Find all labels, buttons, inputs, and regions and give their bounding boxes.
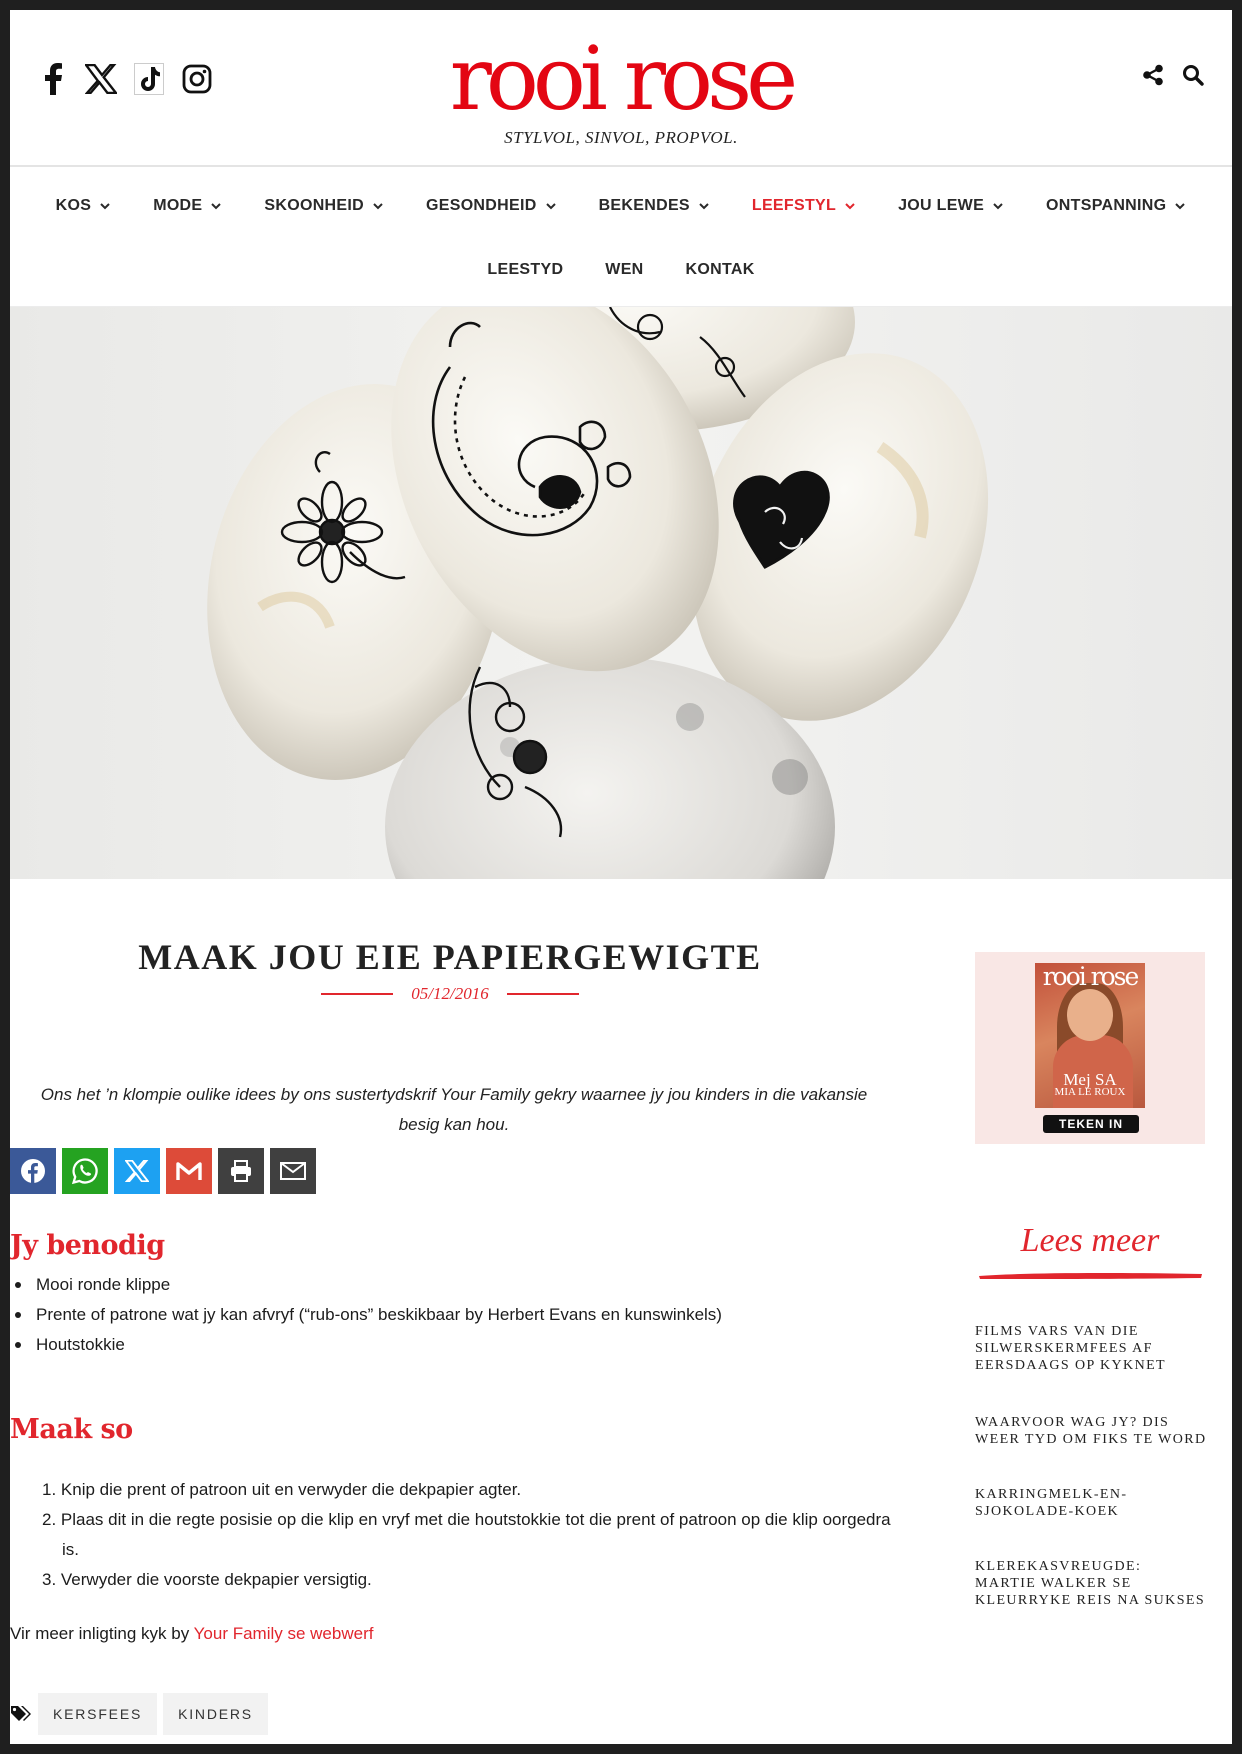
divider-right [506,993,579,995]
magazine-cover: rooi rose Mej SA MIA LE ROUX [1035,963,1145,1108]
related-link[interactable]: KARRINGMELK-EN-SJOKOLADE-KOEK [975,1486,1207,1520]
brush-underline [979,1272,1202,1279]
share-print-button[interactable] [218,1148,264,1194]
list-item: Prente of patrone wat jy kan afvryf (“ru… [15,1300,722,1330]
share-gmail-button[interactable] [166,1148,212,1194]
share-email-button[interactable] [270,1148,316,1194]
nav-row-2: LEESTYD WEN KONTAK [10,261,1232,279]
share-x-button[interactable] [114,1148,160,1194]
lees-meer-heading: Lees meer [1020,1222,1160,1259]
nav-item-bekendes[interactable]: BEKENDES [578,197,731,215]
logo-tagline: STYLVOL, SINVOL, PROPVOL. [504,128,738,147]
tag-kersfees[interactable]: KERSFEES [38,1693,158,1735]
x-icon [125,1160,149,1182]
article-meta: 05/12/2016 [10,984,890,1004]
hero-image [10,307,1232,879]
steps-list: 1. Knip die prent of patroon uit en verw… [10,1475,910,1595]
cover-headline: Mej SA MIA LE ROUX [1054,1070,1126,1098]
page: rooi rose STYLVOL, SINVOL, PROPVOL. KOS … [10,10,1232,1744]
logo-wordmark: rooi rose [449,27,798,130]
tag-kinders[interactable]: KINDERS [163,1693,268,1735]
chevron-down-icon [211,203,222,210]
chevron-down-icon [373,203,383,210]
nav-item-ontspanning[interactable]: ONTSPANNING [1025,197,1207,215]
share-bar [10,1148,316,1194]
nav-item-leefstyl[interactable]: LEEFSTYL [731,197,877,215]
nav-item-jou-lewe[interactable]: JOU LEWE [877,197,1025,215]
nav-item-leestyd[interactable]: LEESTYD [466,261,584,279]
site-header: rooi rose STYLVOL, SINVOL, PROPVOL. [10,10,1232,167]
your-family-link[interactable]: Your Family se webwerf [194,1624,374,1643]
gmail-icon [176,1162,202,1180]
chevron-down-icon [993,203,1003,210]
nav-item-skoonheid[interactable]: SKOONHEID [243,197,405,215]
cover-photo-face [1067,989,1113,1041]
nav-item-kontak[interactable]: KONTAK [665,261,776,279]
tags-icon [11,1706,31,1721]
list-item: Houtstokkie [15,1330,722,1360]
tag-list: KERSFEES KINDERS [10,1693,268,1735]
email-icon [280,1162,306,1180]
nav-item-wen[interactable]: WEN [584,261,664,279]
share-whatsapp-button[interactable] [62,1148,108,1194]
subscribe-button[interactable]: TEKEN IN [1043,1115,1139,1133]
chevron-down-icon [1175,203,1186,210]
share-icon[interactable] [1140,62,1166,88]
chevron-down-icon [545,203,556,210]
section-heading-needs: Jy benodig [10,1230,165,1261]
related-links: FILMS VARS VAN DIE SILWERSKERMFEES AF EE… [975,1323,1207,1647]
nav-item-kos[interactable]: KOS [35,197,133,215]
print-icon [231,1160,251,1182]
section-heading-steps: Maak so [10,1414,133,1445]
related-link[interactable]: KLEREKASVREUGDE: MARTIE WALKER SE KLEURR… [975,1558,1207,1609]
related-link[interactable]: WAARVOOR WAG JY? DIS WEER TYD OM FIKS TE… [975,1414,1207,1448]
search-icon[interactable] [1180,62,1206,88]
cover-logo: rooi rose [1042,963,1140,991]
facebook-icon [21,1159,45,1183]
nav-row-1: KOS MODE SKOONHEID GESONDHEID BEKENDES L… [10,197,1232,215]
article-date: 05/12/2016 [411,984,489,1003]
needs-list: Mooi ronde klippe Prente of patrone wat … [15,1270,722,1360]
painted-stones-image [207,307,989,879]
list-item: 1. Knip die prent of patroon uit en verw… [42,1480,522,1499]
related-link[interactable]: FILMS VARS VAN DIE SILWERSKERMFEES AF EE… [975,1323,1207,1374]
article-intro: Ons het ’n klompie oulike idees by ons s… [40,1085,868,1134]
divider-left [321,993,394,995]
list-item: 3. Verwyder die voorste dekpapier versig… [42,1570,372,1589]
site-logo[interactable]: rooi rose STYLVOL, SINVOL, PROPVOL. [10,32,1232,148]
whatsapp-icon [71,1158,98,1185]
main-nav: KOS MODE SKOONHEID GESONDHEID BEKENDES L… [10,167,1232,307]
share-facebook-button[interactable] [10,1148,56,1194]
header-tools [1140,62,1206,88]
list-item: 2. Plaas dit in die regte posisie op die… [42,1510,891,1559]
chevron-down-icon [100,203,110,210]
nav-item-gesondheid[interactable]: GESONDHEID [405,197,578,215]
article-title: MAAK JOU EIE PAPIERGEWIGTE [138,937,762,977]
chevron-down-icon [845,203,855,210]
chevron-down-icon [699,203,709,210]
nav-item-mode[interactable]: MODE [132,197,243,215]
magazine-promo[interactable]: rooi rose Mej SA MIA LE ROUX TEKEN IN [975,952,1205,1144]
more-info: Vir meer inligting kyk by Your Family se… [10,1624,374,1643]
list-item: Mooi ronde klippe [15,1270,722,1300]
